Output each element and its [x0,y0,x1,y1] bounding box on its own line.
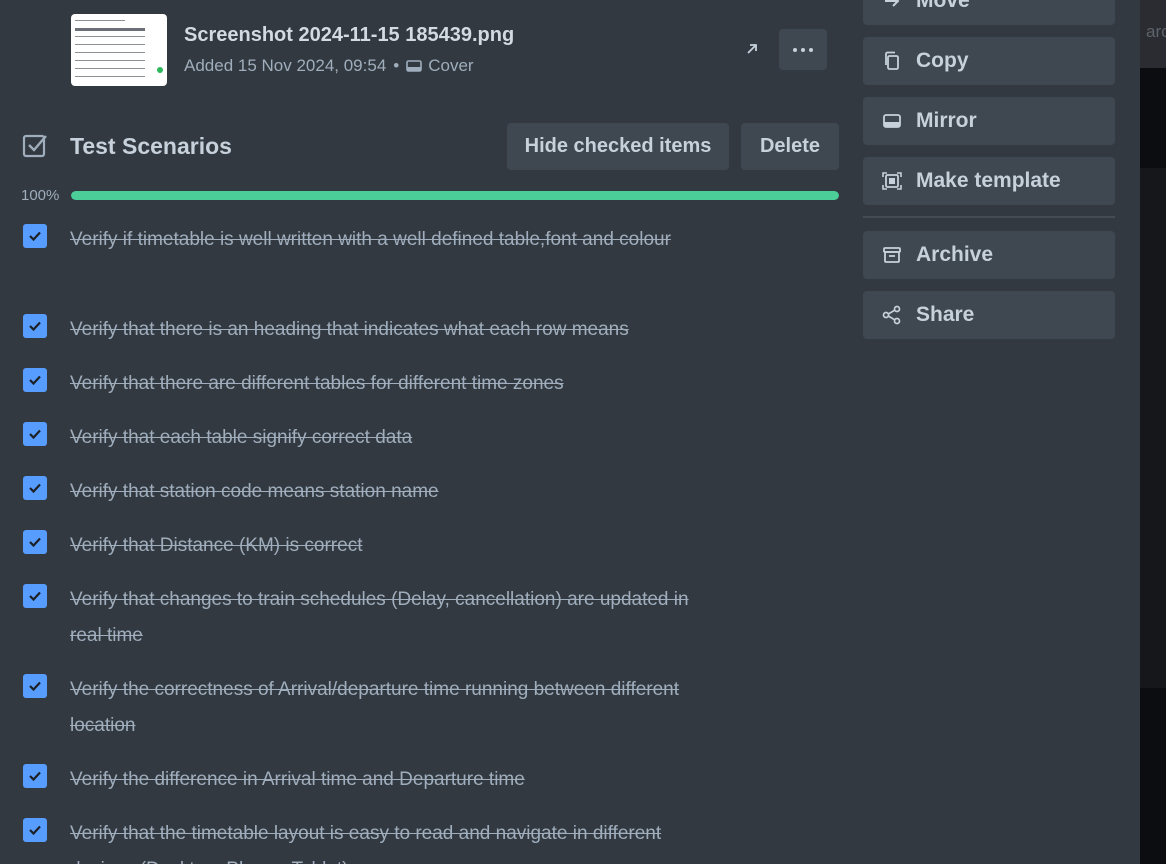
move-label: Move [916,0,970,12]
cover-icon[interactable] [406,60,423,72]
mirror-button[interactable]: Mirror [863,97,1115,145]
hide-checked-items-button[interactable]: Hide checked items [507,123,729,170]
checklist-item-text[interactable]: Verify if timetable is well written with… [70,222,690,258]
checkbox[interactable] [23,764,47,788]
sidebar-divider [863,216,1115,218]
checklist-item[interactable]: Verify that station code means station n… [0,470,860,524]
checkbox[interactable] [23,476,47,500]
thumbnail-line [75,60,145,61]
checkbox[interactable] [23,422,47,446]
more-icon-dot [801,47,805,52]
checklist-item-text[interactable]: Verify that changes to train schedules (… [70,582,690,654]
checkbox[interactable] [23,818,47,842]
board-header: arc [1140,0,1166,68]
checklist-item-text[interactable]: Verify that Distance (KM) is correct [70,528,690,564]
make-template-label: Make template [916,169,1061,192]
meta-separator: • [393,56,400,75]
checklist-item-text[interactable]: Verify that there is an heading that ind… [70,312,690,348]
checklist-item[interactable]: Verify that there are different tables f… [0,362,860,416]
thumbnail-line [75,36,145,37]
progress-bar-fill [71,191,839,200]
attachment-name[interactable]: Screenshot 2024-11-15 185439.png [184,24,514,47]
board-backdrop: arc [1140,0,1166,864]
share-button[interactable]: Share [863,291,1115,339]
copy-icon [885,51,899,70]
attachment-meta: Added 15 Nov 2024, 09:54 • Cover [184,56,474,76]
checkbox[interactable] [23,224,47,248]
copy-label: Copy [916,49,969,72]
checklist-item[interactable]: Verify if timetable is well written with… [0,218,860,308]
attachment-added: Added 15 Nov 2024, 09:54 [184,56,387,75]
checklist-item[interactable]: Verify that Distance (KM) is correct [0,524,860,578]
progress-percent: 100% [21,187,60,204]
checkmark-icon [29,321,41,332]
arrow-up-right-icon[interactable] [743,40,761,58]
checklist-item-text[interactable]: Verify that each table signify correct d… [70,420,690,456]
checkmark-icon [29,483,41,494]
checkbox[interactable] [23,368,47,392]
checkmark-icon [29,375,41,386]
checkmark-icon [29,591,41,602]
make-template-button[interactable]: Make template [863,157,1115,205]
share-label: Share [916,303,975,326]
checkmark-icon [29,231,41,242]
checklist-item[interactable]: Verify that each table signify correct d… [0,416,860,470]
copy-button[interactable]: Copy [863,37,1115,85]
mirror-icon [883,114,901,128]
archive-button[interactable]: Archive [863,231,1115,279]
archive-icon [883,247,901,263]
checkbox[interactable] [23,584,47,608]
delete-checklist-button[interactable]: Delete [741,123,839,170]
checklist-item-text[interactable]: Verify the difference in Arrival time an… [70,762,690,798]
more-icon-dot [809,47,813,52]
checklist-icon [22,134,47,158]
card-detail-window: arc Screenshot 2024-11-15 185439.png Add… [0,0,1166,864]
cover-link[interactable]: Cover [428,56,473,76]
checkmark-icon [29,825,41,836]
progress-bar [71,191,839,200]
checkmark-icon [29,681,41,692]
share-icon [882,305,901,325]
checkmark-icon [29,771,41,782]
more-icon-dot [793,47,797,52]
checklist-item-text[interactable]: Verify that the timetable layout is easy… [70,816,690,864]
checklist-item-text[interactable]: Verify that station code means station n… [70,474,690,510]
template-icon [882,172,902,190]
checkbox[interactable] [23,314,47,338]
checklist-item-text[interactable]: Verify that there are different tables f… [70,366,690,402]
checklist-item[interactable]: Verify that the timetable layout is easy… [0,812,860,864]
board-title-partial: arc [1146,22,1166,41]
thumbnail-line [75,68,145,69]
thumbnail-line [75,20,125,21]
attachment-row[interactable]: Screenshot 2024-11-15 185439.png Added 1… [71,14,841,86]
attachment-more-button[interactable] [779,29,827,70]
checkmark-icon [29,537,41,548]
checkbox[interactable] [23,674,47,698]
thumbnail-line [75,52,145,53]
checklist-item[interactable]: Verify that there is an heading that ind… [0,308,860,362]
board-column [1140,168,1166,688]
thumbnail-line [75,28,145,31]
thumbnail-line [75,76,145,77]
checklist-item[interactable]: Verify that changes to train schedules (… [0,578,860,668]
checkbox[interactable] [23,530,47,554]
checkmark-icon [29,429,41,440]
checklist-title[interactable]: Test Scenarios [70,133,232,160]
checklist-item[interactable]: Verify the correctness of Arrival/depart… [0,668,860,758]
thumbnail-line [75,44,145,45]
move-button[interactable]: Move [863,0,1115,25]
thumbnail-status-dot [157,67,163,73]
attachment-thumbnail[interactable] [71,14,167,86]
archive-label: Archive [916,243,994,266]
checklist-item[interactable]: Verify the difference in Arrival time an… [0,758,860,812]
checklist-item-text[interactable]: Verify the correctness of Arrival/depart… [70,672,690,744]
mirror-label: Mirror [916,109,977,132]
arrow-right-icon [885,0,900,7]
checklist-items: Verify if timetable is well written with… [0,218,860,864]
